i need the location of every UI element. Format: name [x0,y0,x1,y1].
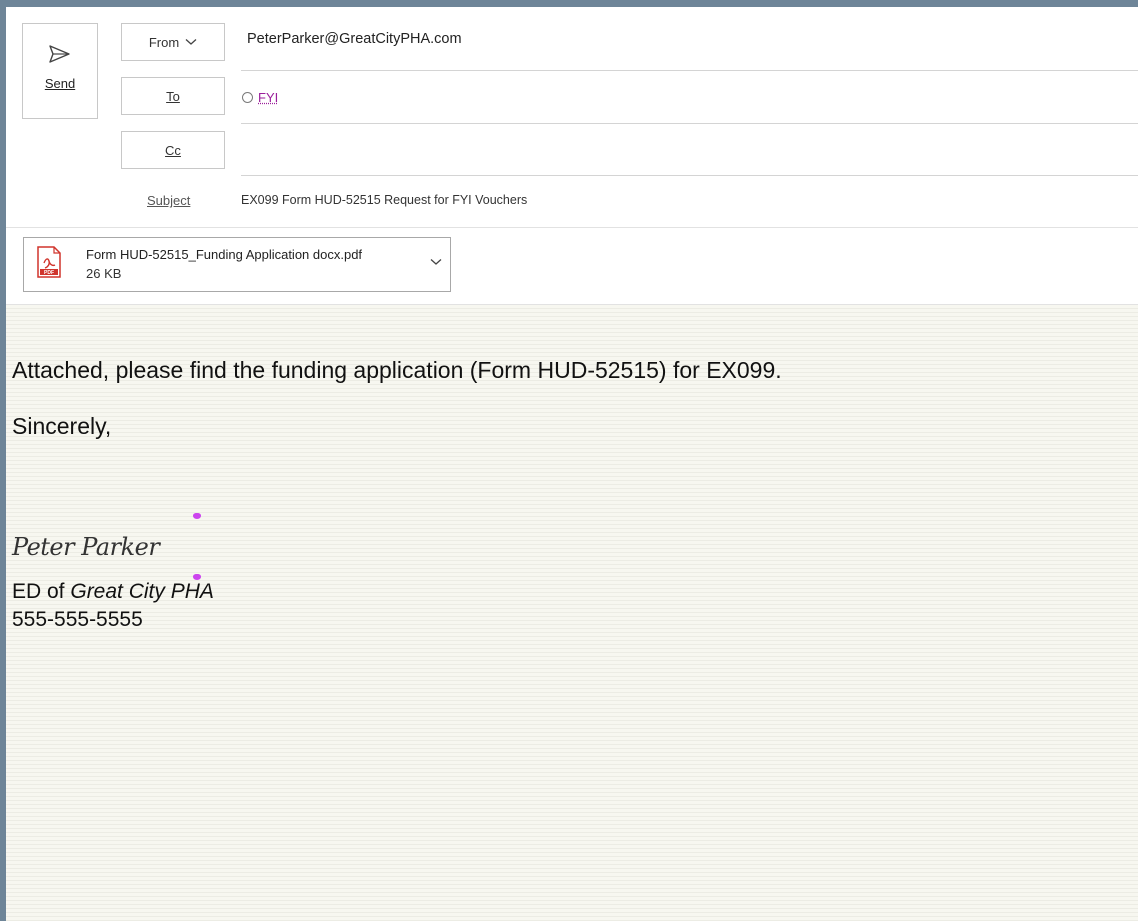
compose-header: Send From PeterParker@GreatCityPHA.com T… [6,7,1138,305]
signature-org: Great City PHA [70,580,214,603]
to-button[interactable]: To [121,77,225,115]
from-address[interactable]: PeterParker@GreatCityPHA.com [247,31,462,47]
cc-divider [241,175,1138,176]
attachment-size: 26 KB [86,266,122,281]
message-line-1: Attached, please find the funding applic… [12,357,782,383]
svg-text:PDF: PDF [44,270,54,276]
send-icon [49,45,70,63]
pdf-file-icon: PDF [37,246,61,278]
subject-label-text: Subject [147,193,191,208]
signature-title: ED of Great City PHA [12,580,214,604]
signature-title-prefix: ED of [12,580,71,603]
attachment-card[interactable]: PDF Form HUD-52515_Funding Application d… [23,237,451,292]
signature-phone: 555-555-5555 [12,608,143,631]
to-divider [241,123,1138,124]
send-label-text: Send [44,76,76,91]
message-body[interactable]: Attached, please find the funding applic… [6,305,1138,921]
subject-divider [6,227,1138,228]
from-button[interactable]: From [121,23,225,61]
from-divider [241,70,1138,71]
send-label: Send [45,76,75,91]
to-label: To [166,88,180,104]
to-field[interactable]: FYI [242,90,278,105]
send-button[interactable]: Send [22,23,98,119]
message-closing: Sincerely, [12,413,112,439]
cursor-marker-icon [193,513,201,519]
attachment-menu-chevron-icon[interactable] [430,258,442,266]
attachment-name: Form HUD-52515_Funding Application docx.… [86,247,363,262]
signature-name: Peter Parker [12,533,160,561]
subject-label: Subject [147,193,190,208]
compose-window: Send From PeterParker@GreatCityPHA.com T… [6,7,1138,921]
cc-button[interactable]: Cc [121,131,225,169]
presence-icon [242,92,253,103]
from-label: From [148,34,180,50]
cc-label: Cc [165,142,181,158]
recipient-fyi[interactable]: FYI [258,90,278,105]
chevron-down-icon [185,39,197,45]
subject-field[interactable]: EX099 Form HUD-52515 Request for FYI Vou… [241,193,527,207]
